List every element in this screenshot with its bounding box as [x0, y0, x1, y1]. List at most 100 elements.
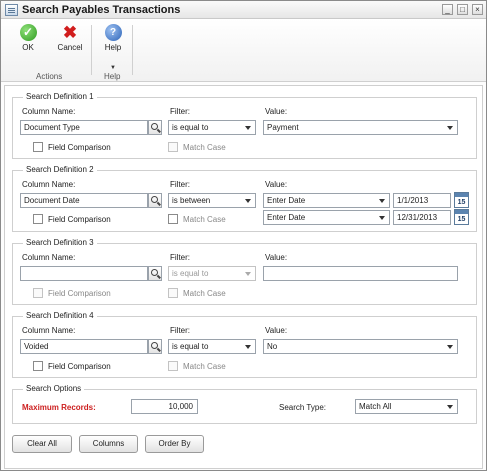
x-icon: ✖ [62, 23, 78, 42]
value-select-value: Payment [267, 123, 299, 132]
minimize-button[interactable]: _ [442, 4, 453, 15]
column-lookup-button[interactable] [148, 120, 162, 135]
help-button[interactable]: ? Help [101, 24, 125, 52]
column-name-label: Column Name: [22, 253, 76, 262]
column-name-input[interactable]: Document Date [20, 193, 148, 208]
value-select[interactable]: Payment [263, 120, 458, 135]
section-title: Search Definition 3 [23, 238, 97, 247]
chevron-down-icon [245, 345, 251, 349]
section-title: Search Definition 2 [23, 165, 97, 174]
columns-button[interactable]: Columns [79, 435, 138, 453]
help-group-label: Help [104, 72, 121, 81]
calendar-icon[interactable]: 15 [454, 192, 469, 208]
match-case-checkbox[interactable] [168, 214, 178, 224]
search-payables-window: Search Payables Transactions _ □ × ✓ OK … [0, 0, 487, 471]
value-type-2: Enter Date [267, 213, 306, 222]
value-select[interactable]: No [263, 339, 458, 354]
filter-select[interactable]: is equal to [168, 120, 256, 135]
chevron-down-icon [447, 405, 453, 409]
search-definition-1: Search Definition 1 Column Name: Filter:… [12, 92, 477, 159]
close-button[interactable]: × [472, 4, 483, 15]
ok-label: OK [22, 43, 34, 52]
match-case-label: Match Case [183, 289, 226, 298]
value-label: Value: [265, 253, 288, 262]
field-comparison-label: Field Comparison [48, 143, 111, 152]
cancel-button[interactable]: ✖ Cancel [55, 24, 85, 52]
field-comparison-checkbox[interactable] [33, 288, 43, 298]
maximize-button[interactable]: □ [457, 4, 468, 15]
chevron-down-icon[interactable]: ▼ [110, 65, 116, 71]
section-title: Search Options [23, 384, 85, 393]
field-comparison-label: Field Comparison [48, 215, 111, 224]
filter-label: Filter: [170, 253, 190, 262]
start-date-input[interactable]: 1/1/2013 [393, 193, 451, 208]
value-label: Value: [265, 326, 288, 335]
ribbon: ✓ OK ✖ Cancel ? Help ▼ Actions Help [1, 19, 486, 82]
help-label: Help [104, 43, 122, 52]
clear-all-button[interactable]: Clear All [12, 435, 72, 453]
ok-button[interactable]: ✓ OK [17, 24, 39, 52]
ribbon-separator [91, 25, 92, 75]
maximum-records-label: Maximum Records: [22, 403, 96, 412]
value-input[interactable] [263, 266, 458, 281]
chevron-down-icon [245, 126, 251, 130]
maximum-records-input[interactable]: 10,000 [131, 399, 198, 414]
field-comparison-checkbox[interactable] [33, 361, 43, 371]
column-lookup-button[interactable] [148, 266, 162, 281]
match-case-checkbox[interactable] [168, 361, 178, 371]
section-title: Search Definition 1 [23, 92, 97, 101]
filter-select[interactable]: is between [168, 193, 256, 208]
column-name-input[interactable]: Voided [20, 339, 148, 354]
help-icon: ? [104, 24, 122, 41]
match-case-checkbox[interactable] [168, 142, 178, 152]
match-case-checkbox[interactable] [168, 288, 178, 298]
value-type-select-2[interactable]: Enter Date [263, 210, 390, 225]
search-options: Search Options Maximum Records: 10,000 S… [12, 384, 477, 424]
end-date-input[interactable]: 12/31/2013 [393, 210, 451, 225]
search-definition-3: Search Definition 3 Column Name: Filter:… [12, 238, 477, 305]
actions-group-label: Actions [36, 72, 63, 81]
filter-select[interactable]: is equal to [168, 339, 256, 354]
value-select-value: No [267, 342, 278, 351]
filter-select-value: is equal to [172, 269, 209, 278]
value-label: Value: [265, 107, 288, 116]
title-bar: Search Payables Transactions _ □ × [1, 1, 486, 19]
chevron-down-icon [447, 126, 453, 130]
value-label: Value: [265, 180, 288, 189]
filter-label: Filter: [170, 107, 190, 116]
search-type-label: Search Type: [279, 403, 326, 412]
filter-select[interactable]: is equal to [168, 266, 256, 281]
search-form: Search Definition 1 Column Name: Filter:… [4, 85, 483, 469]
match-case-label: Match Case [183, 143, 226, 152]
chevron-down-icon [447, 345, 453, 349]
window-title: Search Payables Transactions [22, 4, 181, 16]
search-definition-2: Search Definition 2 Column Name: Filter:… [12, 165, 477, 232]
field-comparison-checkbox[interactable] [33, 214, 43, 224]
check-icon: ✓ [19, 24, 37, 41]
filter-select-value: is equal to [172, 123, 209, 132]
window-icon [5, 4, 18, 16]
column-lookup-button[interactable] [148, 339, 162, 354]
column-name-label: Column Name: [22, 180, 76, 189]
calendar-icon[interactable]: 15 [454, 209, 469, 225]
field-comparison-label: Field Comparison [48, 289, 111, 298]
value-type-select-1[interactable]: Enter Date [263, 193, 390, 208]
search-type-value: Match All [359, 402, 392, 411]
column-name-input[interactable]: Document Type [20, 120, 148, 135]
field-comparison-checkbox[interactable] [33, 142, 43, 152]
search-definition-4: Search Definition 4 Column Name: Filter:… [12, 311, 477, 378]
ribbon-separator [132, 25, 133, 75]
match-case-label: Match Case [183, 362, 226, 371]
value-type-1: Enter Date [267, 196, 306, 205]
filter-select-value: is equal to [172, 342, 209, 351]
column-name-label: Column Name: [22, 107, 76, 116]
column-name-label: Column Name: [22, 326, 76, 335]
chevron-down-icon [379, 199, 385, 203]
search-type-select[interactable]: Match All [355, 399, 458, 414]
chevron-down-icon [379, 216, 385, 220]
column-name-input[interactable] [20, 266, 148, 281]
order-by-button[interactable]: Order By [145, 435, 204, 453]
section-title: Search Definition 4 [23, 311, 97, 320]
filter-label: Filter: [170, 326, 190, 335]
column-lookup-button[interactable] [148, 193, 162, 208]
